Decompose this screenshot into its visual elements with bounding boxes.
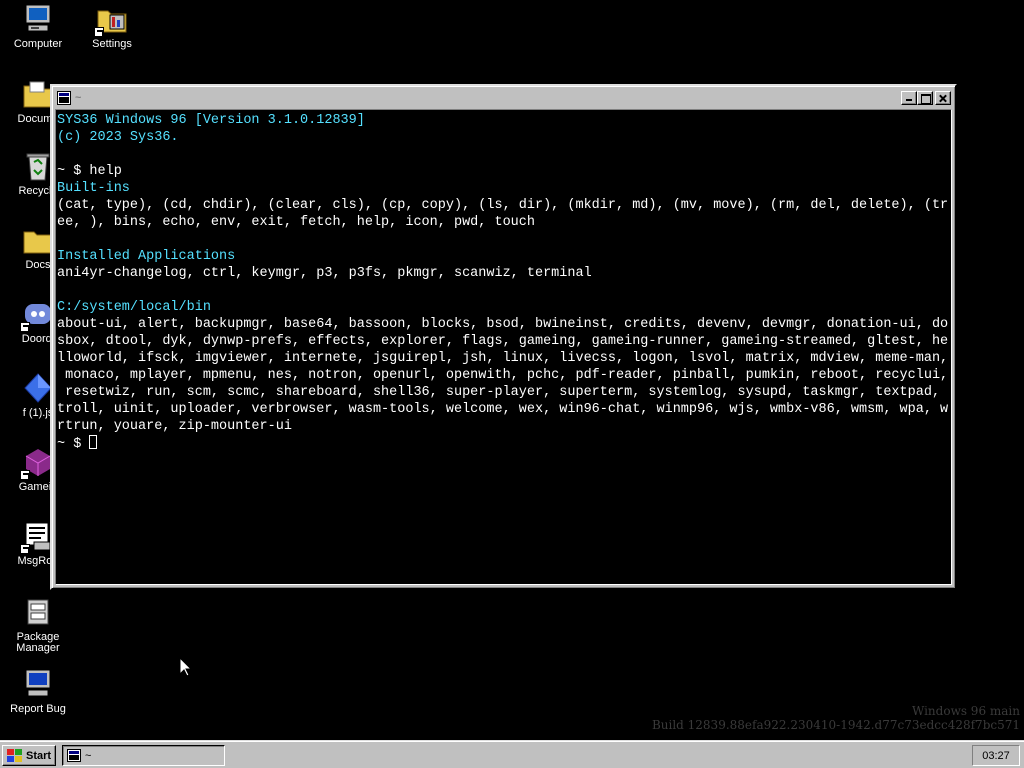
terminal-window-icon xyxy=(57,91,71,105)
watermark-line-2: Build 12839.88efa922.230410-1942.d77c73e… xyxy=(651,718,1020,732)
desktop-icon-label: Settings xyxy=(92,38,132,50)
mouse-pointer-icon xyxy=(179,656,193,680)
desktop-icon-computer[interactable]: Computer xyxy=(0,3,76,50)
taskbar-item-label: ~ xyxy=(85,749,92,762)
settings-icon xyxy=(94,3,128,37)
terminal-output[interactable]: SYS36 Windows 96 [Version 3.1.0.12839] (c… xyxy=(55,109,952,585)
system-tray-clock[interactable]: 03:27 xyxy=(972,745,1020,766)
taskbar-item-terminal[interactable]: ~ xyxy=(62,745,225,766)
start-button[interactable]: Start xyxy=(2,745,56,766)
terminal-line: SYS36 Windows 96 [Version 3.1.0.12839] xyxy=(57,113,365,128)
terminal-line: ee, ), bins, echo, env, exit, fetch, hel… xyxy=(57,215,535,230)
maximize-button[interactable] xyxy=(917,91,933,105)
package-manager-icon xyxy=(22,596,54,628)
terminal-line: sbox, dtool, dyk, dynwp-prefs, effects, … xyxy=(57,334,949,349)
terminal-line: C:/system/local/bin xyxy=(57,300,211,315)
terminal-task-icon xyxy=(67,749,81,762)
desktop-icon-settings[interactable]: Settings xyxy=(74,3,150,50)
terminal-line: monaco, mplayer, mpmenu, nes, notron, op… xyxy=(57,368,949,383)
terminal-line: ani4yr-changelog, ctrl, keymgr, p3, p3fs… xyxy=(57,266,592,281)
terminal-line: about-ui, alert, backupmgr, base64, bass… xyxy=(57,317,949,332)
terminal-line: (c) 2023 Sys36. xyxy=(57,130,179,145)
desktop-icon-label: Computer xyxy=(13,38,63,50)
terminal-line: lloworld, ifsck, imgviewer, internete, j… xyxy=(57,351,949,366)
clock-text: 03:27 xyxy=(982,749,1010,762)
terminal-line: Installed Applications xyxy=(57,249,236,264)
watermark-line-1: Windows 96 main xyxy=(911,704,1020,718)
terminal-line: Built-ins xyxy=(57,181,130,196)
build-watermark: Windows 96 main Build 12839.88efa922.230… xyxy=(652,704,1020,732)
terminal-line: troll, uinit, uploader, verbrowser, wasm… xyxy=(57,402,949,417)
desktop-icon-report-bug[interactable]: Report Bug xyxy=(0,668,76,715)
close-button[interactable] xyxy=(935,91,951,105)
windows-logo-icon xyxy=(7,748,23,763)
terminal-line: (cat, type), (cd, chdir), (clear, cls), … xyxy=(57,198,949,213)
window-title: ~ xyxy=(75,92,82,104)
text-cursor xyxy=(89,435,98,449)
terminal-prompt: ~ $ xyxy=(57,437,90,452)
report-bug-icon xyxy=(22,668,54,700)
terminal-prompt-line[interactable]: ~ $ xyxy=(57,435,951,452)
start-label: Start xyxy=(26,749,52,762)
desktop-icon-label: Report Bug xyxy=(10,703,66,715)
terminal-line: resetwiz, run, scm, scmc, shareboard, sh… xyxy=(57,385,941,400)
window-titlebar[interactable]: ~ xyxy=(55,89,952,107)
desktop-icon-label: Package Manager xyxy=(16,631,60,654)
terminal-line: rtrun, youare, zip-mounter-ui xyxy=(57,419,292,434)
desktop-icon-package-manager[interactable]: Package Manager xyxy=(0,596,76,654)
terminal-window[interactable]: ~ SYS36 Windows 96 [Version 3.1.0.12839]… xyxy=(50,84,957,590)
computer-icon xyxy=(22,3,54,35)
terminal-line: ~ $ help xyxy=(57,164,122,179)
taskbar: Start ~ 03:27 xyxy=(0,740,1024,768)
minimize-button[interactable] xyxy=(901,91,917,105)
